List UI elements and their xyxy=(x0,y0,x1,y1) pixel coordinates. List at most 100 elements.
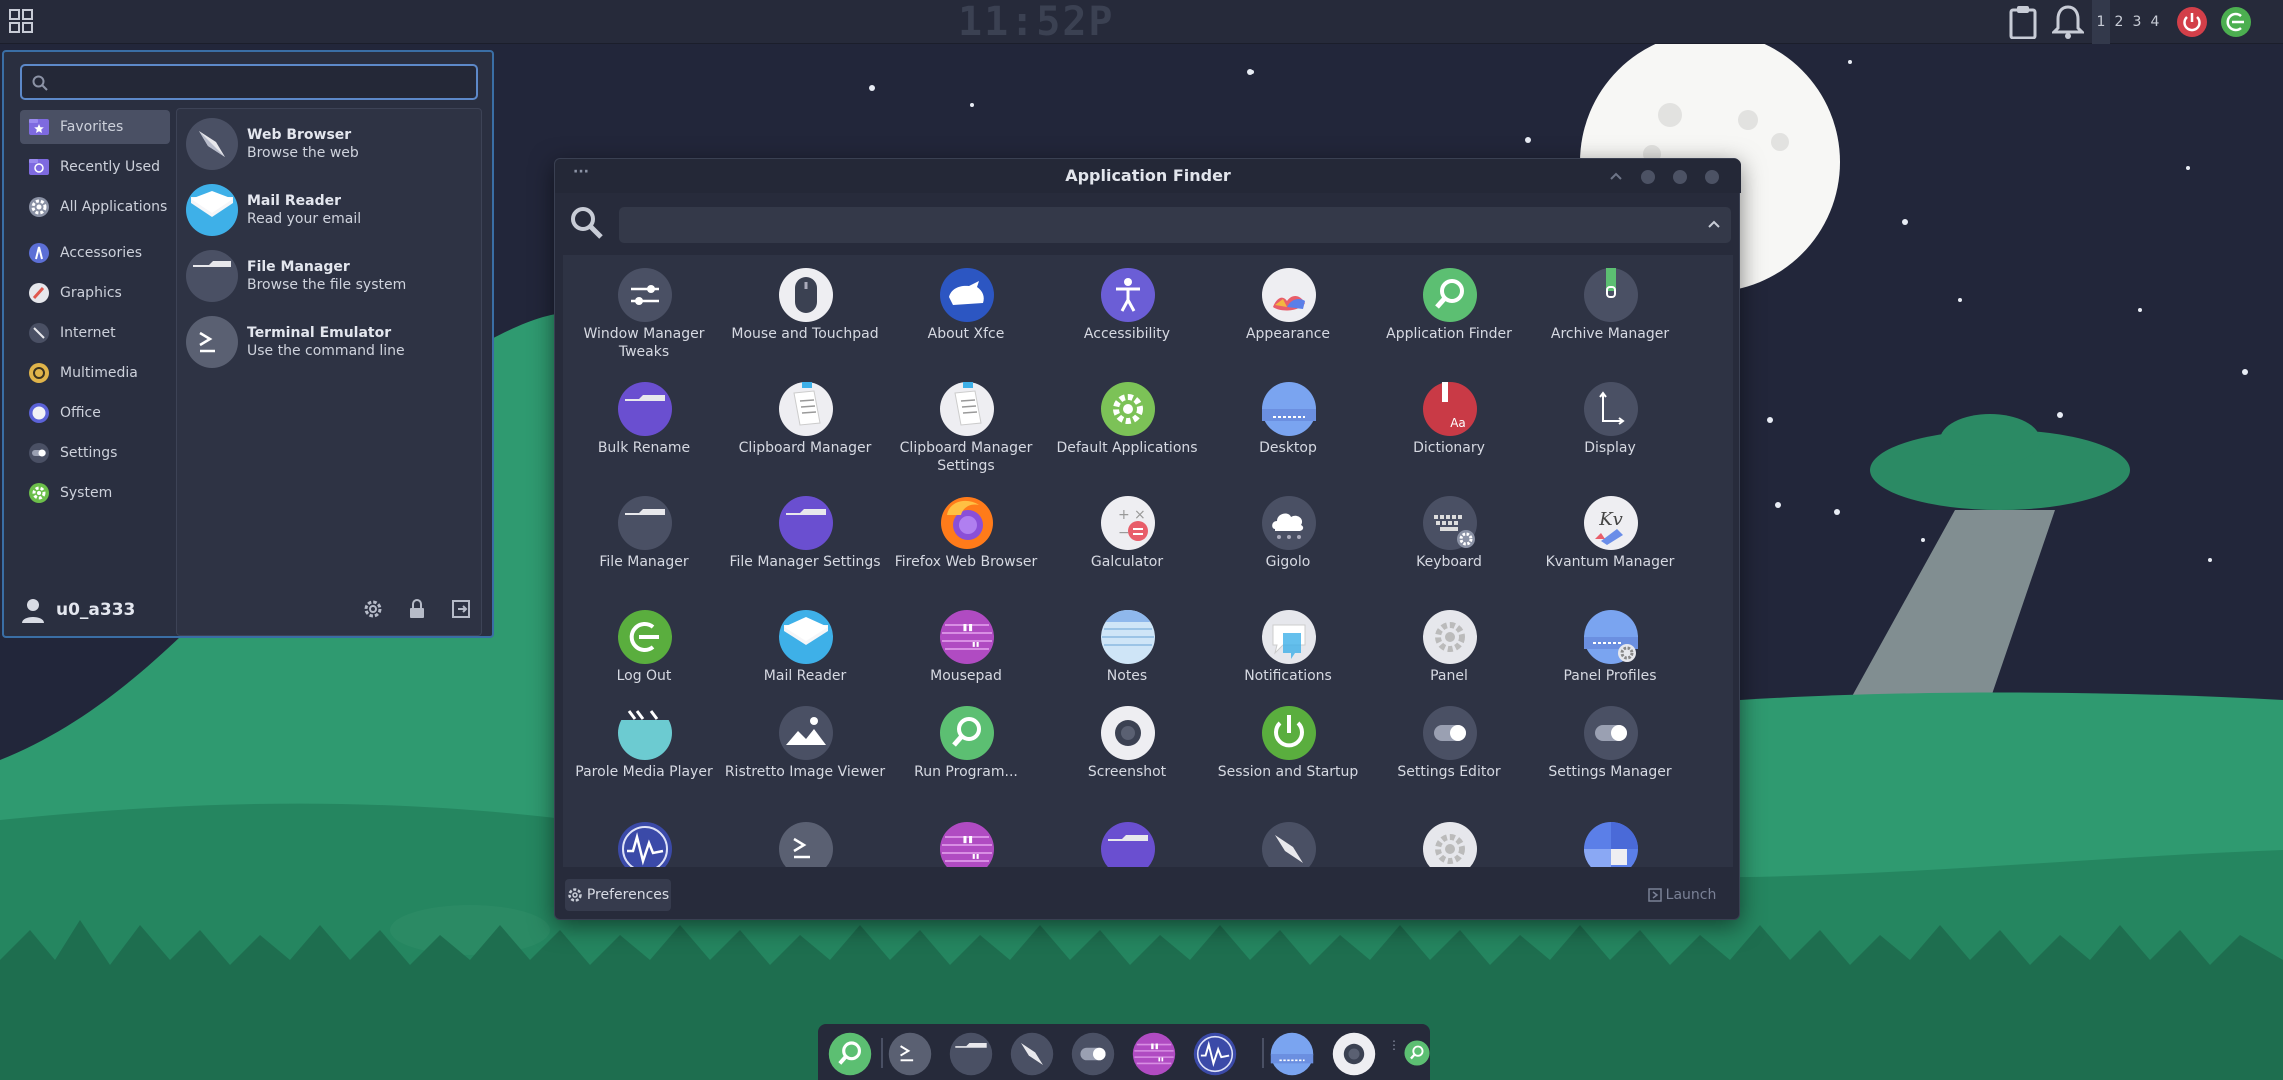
launch-label: Launch xyxy=(1665,887,1717,903)
power-icon[interactable] xyxy=(2176,6,2208,38)
window-menu-icon[interactable]: ··· xyxy=(573,159,589,193)
app-tile[interactable] xyxy=(563,821,725,867)
category-recently-used[interactable]: Recently Used xyxy=(20,150,170,184)
app-tile[interactable]: About Xfce xyxy=(885,267,1047,377)
app-tile[interactable]: Ristretto Image Viewer xyxy=(724,705,886,815)
app-tile[interactable]: Mail Reader xyxy=(724,609,886,719)
search-icon[interactable] xyxy=(828,1032,872,1076)
desktop-icon[interactable] xyxy=(1270,1032,1314,1076)
search-icon[interactable] xyxy=(1404,1040,1430,1066)
app-tile[interactable]: Screenshot xyxy=(1046,705,1208,815)
app-tile[interactable] xyxy=(724,821,886,867)
favorite-terminal-emulator[interactable]: Terminal Emulator Use the command line xyxy=(185,313,475,371)
category-system[interactable]: System xyxy=(20,476,170,510)
app-tile[interactable]: Clipboard Manager Settings xyxy=(885,381,1047,491)
workspace-3[interactable]: 3 xyxy=(2128,0,2146,44)
app-tile[interactable]: " " xyxy=(885,821,1047,867)
app-tile[interactable]: Desktop xyxy=(1207,381,1369,491)
app-tile[interactable]: Parole Media Player xyxy=(563,705,725,815)
panel-clock[interactable]: 11:52P xyxy=(958,0,1113,44)
app-tile[interactable]: Log Out xyxy=(563,609,725,719)
graphics-icon xyxy=(29,283,49,303)
app-tile[interactable] xyxy=(1529,821,1691,867)
toggle-icon[interactable] xyxy=(1071,1032,1115,1076)
favorite-file-manager[interactable]: File Manager Browse the file system xyxy=(185,247,475,305)
category-accessories[interactable]: Accessories xyxy=(20,236,170,270)
app-tile[interactable]: Notifications xyxy=(1207,609,1369,719)
app-tile[interactable]: Session and Startup xyxy=(1207,705,1369,815)
clipboard-icon[interactable] xyxy=(2008,5,2038,40)
compass-icon[interactable] xyxy=(1010,1032,1054,1076)
window-minimize-button[interactable] xyxy=(1673,170,1687,184)
category-office[interactable]: Office xyxy=(20,396,170,430)
favorite-mail-reader[interactable]: Mail Reader Read your email xyxy=(185,181,475,239)
app-tile[interactable]: Appearance xyxy=(1207,267,1369,377)
applications-menu-icon[interactable] xyxy=(6,6,36,36)
app-tile[interactable]: Default Applications xyxy=(1046,381,1208,491)
app-search-input[interactable] xyxy=(629,213,1689,237)
menu-search-input[interactable] xyxy=(52,70,472,94)
app-tile[interactable]: Archive Manager xyxy=(1529,267,1691,377)
app-tile[interactable]: Run Program... xyxy=(885,705,1047,815)
folder-icon[interactable] xyxy=(949,1032,993,1076)
app-tile[interactable]: Aa Dictionary xyxy=(1368,381,1530,491)
app-tile[interactable]: Settings Manager xyxy=(1529,705,1691,815)
mousepad-icon[interactable]: "" xyxy=(1132,1032,1176,1076)
app-tile[interactable]: File Manager xyxy=(563,495,725,605)
collapse-chevron-icon[interactable] xyxy=(1707,219,1721,229)
workspace-1[interactable]: 1 xyxy=(2092,0,2110,44)
app-tile[interactable]: Window Manager Tweaks xyxy=(563,267,725,377)
top-panel: 11:52P 1 2 3 4 xyxy=(0,0,2283,44)
category-multimedia[interactable]: Multimedia xyxy=(20,356,170,390)
app-tile[interactable]: Accessibility xyxy=(1046,267,1208,377)
category-internet[interactable]: Internet xyxy=(20,316,170,350)
app-tile[interactable]: Notes xyxy=(1046,609,1208,719)
workspace-2[interactable]: 2 xyxy=(2110,0,2128,44)
app-tile[interactable]: Firefox Web Browser xyxy=(885,495,1047,605)
app-tile[interactable]: Display xyxy=(1529,381,1691,491)
shade-chevron-icon[interactable] xyxy=(1609,170,1623,182)
preferences-button[interactable]: Preferences xyxy=(565,879,671,911)
app-tile[interactable]: Mouse and Touchpad xyxy=(724,267,886,377)
app-tile[interactable]: Clipboard Manager xyxy=(724,381,886,491)
category-favorites[interactable]: Favorites xyxy=(20,110,170,144)
task-manager-icon[interactable] xyxy=(1193,1032,1237,1076)
menu-search-box[interactable] xyxy=(20,64,478,100)
app-tile[interactable]: Panel Profiles xyxy=(1529,609,1691,719)
app-tile[interactable]: " " Mousepad xyxy=(885,609,1047,719)
app-tile[interactable]: Bulk Rename xyxy=(563,381,725,491)
app-tile[interactable]: Gigolo xyxy=(1207,495,1369,605)
lock-screen-icon[interactable] xyxy=(406,598,428,620)
app-tile[interactable] xyxy=(1368,821,1530,867)
app-tile[interactable] xyxy=(1046,821,1208,867)
app-tile[interactable]: + × − Galculator xyxy=(1046,495,1208,605)
category-graphics[interactable]: Graphics xyxy=(20,276,170,310)
screenshot-icon[interactable] xyxy=(1332,1032,1376,1076)
logout-icon[interactable] xyxy=(450,598,472,620)
category-settings[interactable]: Settings xyxy=(20,436,170,470)
category-all-applications[interactable]: All Applications xyxy=(20,190,170,224)
workspace-4[interactable]: 4 xyxy=(2146,0,2164,44)
app-label: File Manager Settings xyxy=(729,554,881,570)
window-close-button[interactable] xyxy=(1705,170,1719,184)
dock-handle-icon[interactable]: ⋮ xyxy=(1388,1038,1400,1052)
app-tile[interactable] xyxy=(1207,821,1369,867)
terminal-icon[interactable] xyxy=(888,1032,932,1076)
window-titlebar[interactable]: ··· Application Finder xyxy=(555,159,1741,193)
favorite-web-browser[interactable]: Web Browser Browse the web xyxy=(185,115,475,173)
application-grid: Window Manager Tweaks Mouse and Touchpad A… xyxy=(563,255,1733,867)
settings-gear-icon[interactable] xyxy=(362,598,384,620)
app-tile[interactable]: File Manager Settings xyxy=(724,495,886,605)
app-search-box[interactable] xyxy=(619,207,1731,243)
app-tile[interactable]: Kv Kvantum Manager xyxy=(1529,495,1691,605)
app-tile[interactable]: Settings Editor xyxy=(1368,705,1530,815)
launch-button[interactable]: Launch xyxy=(1641,879,1723,911)
logout-icon[interactable] xyxy=(2220,6,2252,38)
app-tile[interactable]: Keyboard xyxy=(1368,495,1530,605)
notification-bell-icon[interactable] xyxy=(2050,4,2086,40)
window-stick-button[interactable] xyxy=(1641,170,1655,184)
app-tile[interactable]: Application Finder xyxy=(1368,267,1530,377)
cloud-icon xyxy=(1262,496,1316,550)
app-label: Mail Reader xyxy=(763,668,847,684)
app-tile[interactable]: Panel xyxy=(1368,609,1530,719)
